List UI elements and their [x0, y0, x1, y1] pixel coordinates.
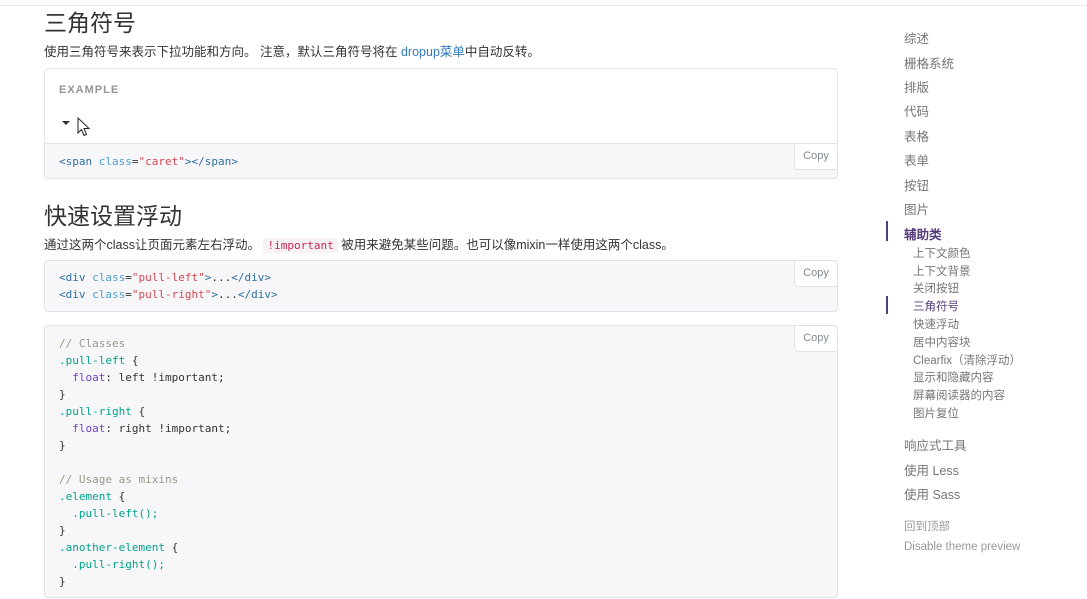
back-to-top-link[interactable]: 回到顶部	[904, 518, 950, 534]
example-label: EXAMPLE	[59, 84, 120, 96]
sidebar-subitem-center-block[interactable]: 居中内容块	[913, 334, 971, 350]
copy-button[interactable]: Copy	[794, 144, 837, 170]
float-html-code: <div class="pull-left">...</div> <div cl…	[59, 271, 278, 301]
copy-button[interactable]: Copy	[794, 326, 837, 352]
float-code-block-1: <div class="pull-left">...</div> <div cl…	[44, 260, 838, 312]
active-section-indicator	[886, 221, 888, 241]
sidebar-subitem-quick-float[interactable]: 快速浮动	[913, 316, 959, 332]
important-code: !important	[263, 238, 338, 253]
sidebar-subitem-screen-reader[interactable]: 屏幕阅读器的内容	[913, 387, 1005, 403]
dropup-link[interactable]: dropup菜单	[401, 45, 465, 59]
caret-desc-text: 使用三角符号来表示下拉功能和方向。 注意，默认三角符号将在	[44, 45, 398, 59]
caret-code: <span class="caret"></span>	[59, 155, 238, 168]
sidebar-item-tables[interactable]: 表格	[904, 126, 929, 145]
sidebar-subitem-clearfix[interactable]: Clearfix（清除浮动）	[913, 352, 1021, 368]
float-desc-text: 通过这两个class让页面元素左右浮动。	[44, 238, 260, 252]
sidebar-subitem-show-hide[interactable]: 显示和隐藏内容	[913, 369, 994, 385]
sidebar-item-sass[interactable]: 使用 Sass	[904, 484, 960, 503]
mouse-pointer-icon	[77, 117, 91, 137]
float-code-block-2: // Classes .pull-left { float: left !imp…	[44, 325, 838, 598]
sidebar-item-less[interactable]: 使用 Less	[904, 460, 959, 479]
sidebar-item-code[interactable]: 代码	[904, 101, 929, 120]
sidebar-subitem-context-colors[interactable]: 上下文颜色	[913, 245, 971, 261]
sidebar-item-responsive[interactable]: 响应式工具	[904, 435, 967, 454]
float-less-code: // Classes .pull-left { float: left !imp…	[59, 337, 232, 588]
float-desc-tail: 被用来避免某些问题。也可以像mixin一样使用这两个class。	[341, 238, 674, 252]
disable-theme-preview-link[interactable]: Disable theme preview	[904, 541, 1020, 553]
sidebar-item-overview[interactable]: 综述	[904, 28, 929, 47]
caret-code-block: <span class="caret"></span> Copy	[44, 143, 838, 179]
sidebar-item-helpers[interactable]: 辅助类	[904, 224, 942, 243]
section-title-caret: 三角符号	[44, 10, 136, 36]
sidebar-subitem-caret[interactable]: 三角符号	[913, 298, 959, 314]
active-subsection-indicator	[886, 296, 888, 314]
top-divider	[0, 5, 1087, 6]
section-title-float: 快速设置浮动	[44, 203, 182, 229]
sidebar-subitem-close-button[interactable]: 关闭按钮	[913, 280, 959, 296]
caret-example: EXAMPLE	[44, 68, 838, 145]
caret-icon[interactable]	[62, 121, 70, 125]
sidebar-subitem-image-replacement[interactable]: 图片复位	[913, 405, 959, 421]
sidebar-item-images[interactable]: 图片	[904, 199, 929, 218]
caret-description: 使用三角符号来表示下拉功能和方向。 注意，默认三角符号将在 dropup菜单中自…	[44, 41, 540, 60]
float-description: 通过这两个class让页面元素左右浮动。 !important 被用来避免某些问…	[44, 234, 674, 253]
sidebar-item-buttons[interactable]: 按钮	[904, 175, 929, 194]
caret-desc-tail: 中自动反转。	[464, 45, 540, 59]
sidebar-item-typography[interactable]: 排版	[904, 77, 929, 96]
sidebar-item-grid[interactable]: 栅格系统	[904, 53, 954, 72]
sidebar-subitem-context-bg[interactable]: 上下文背景	[913, 263, 971, 279]
sidebar-item-forms[interactable]: 表单	[904, 150, 929, 169]
copy-button[interactable]: Copy	[794, 261, 837, 287]
